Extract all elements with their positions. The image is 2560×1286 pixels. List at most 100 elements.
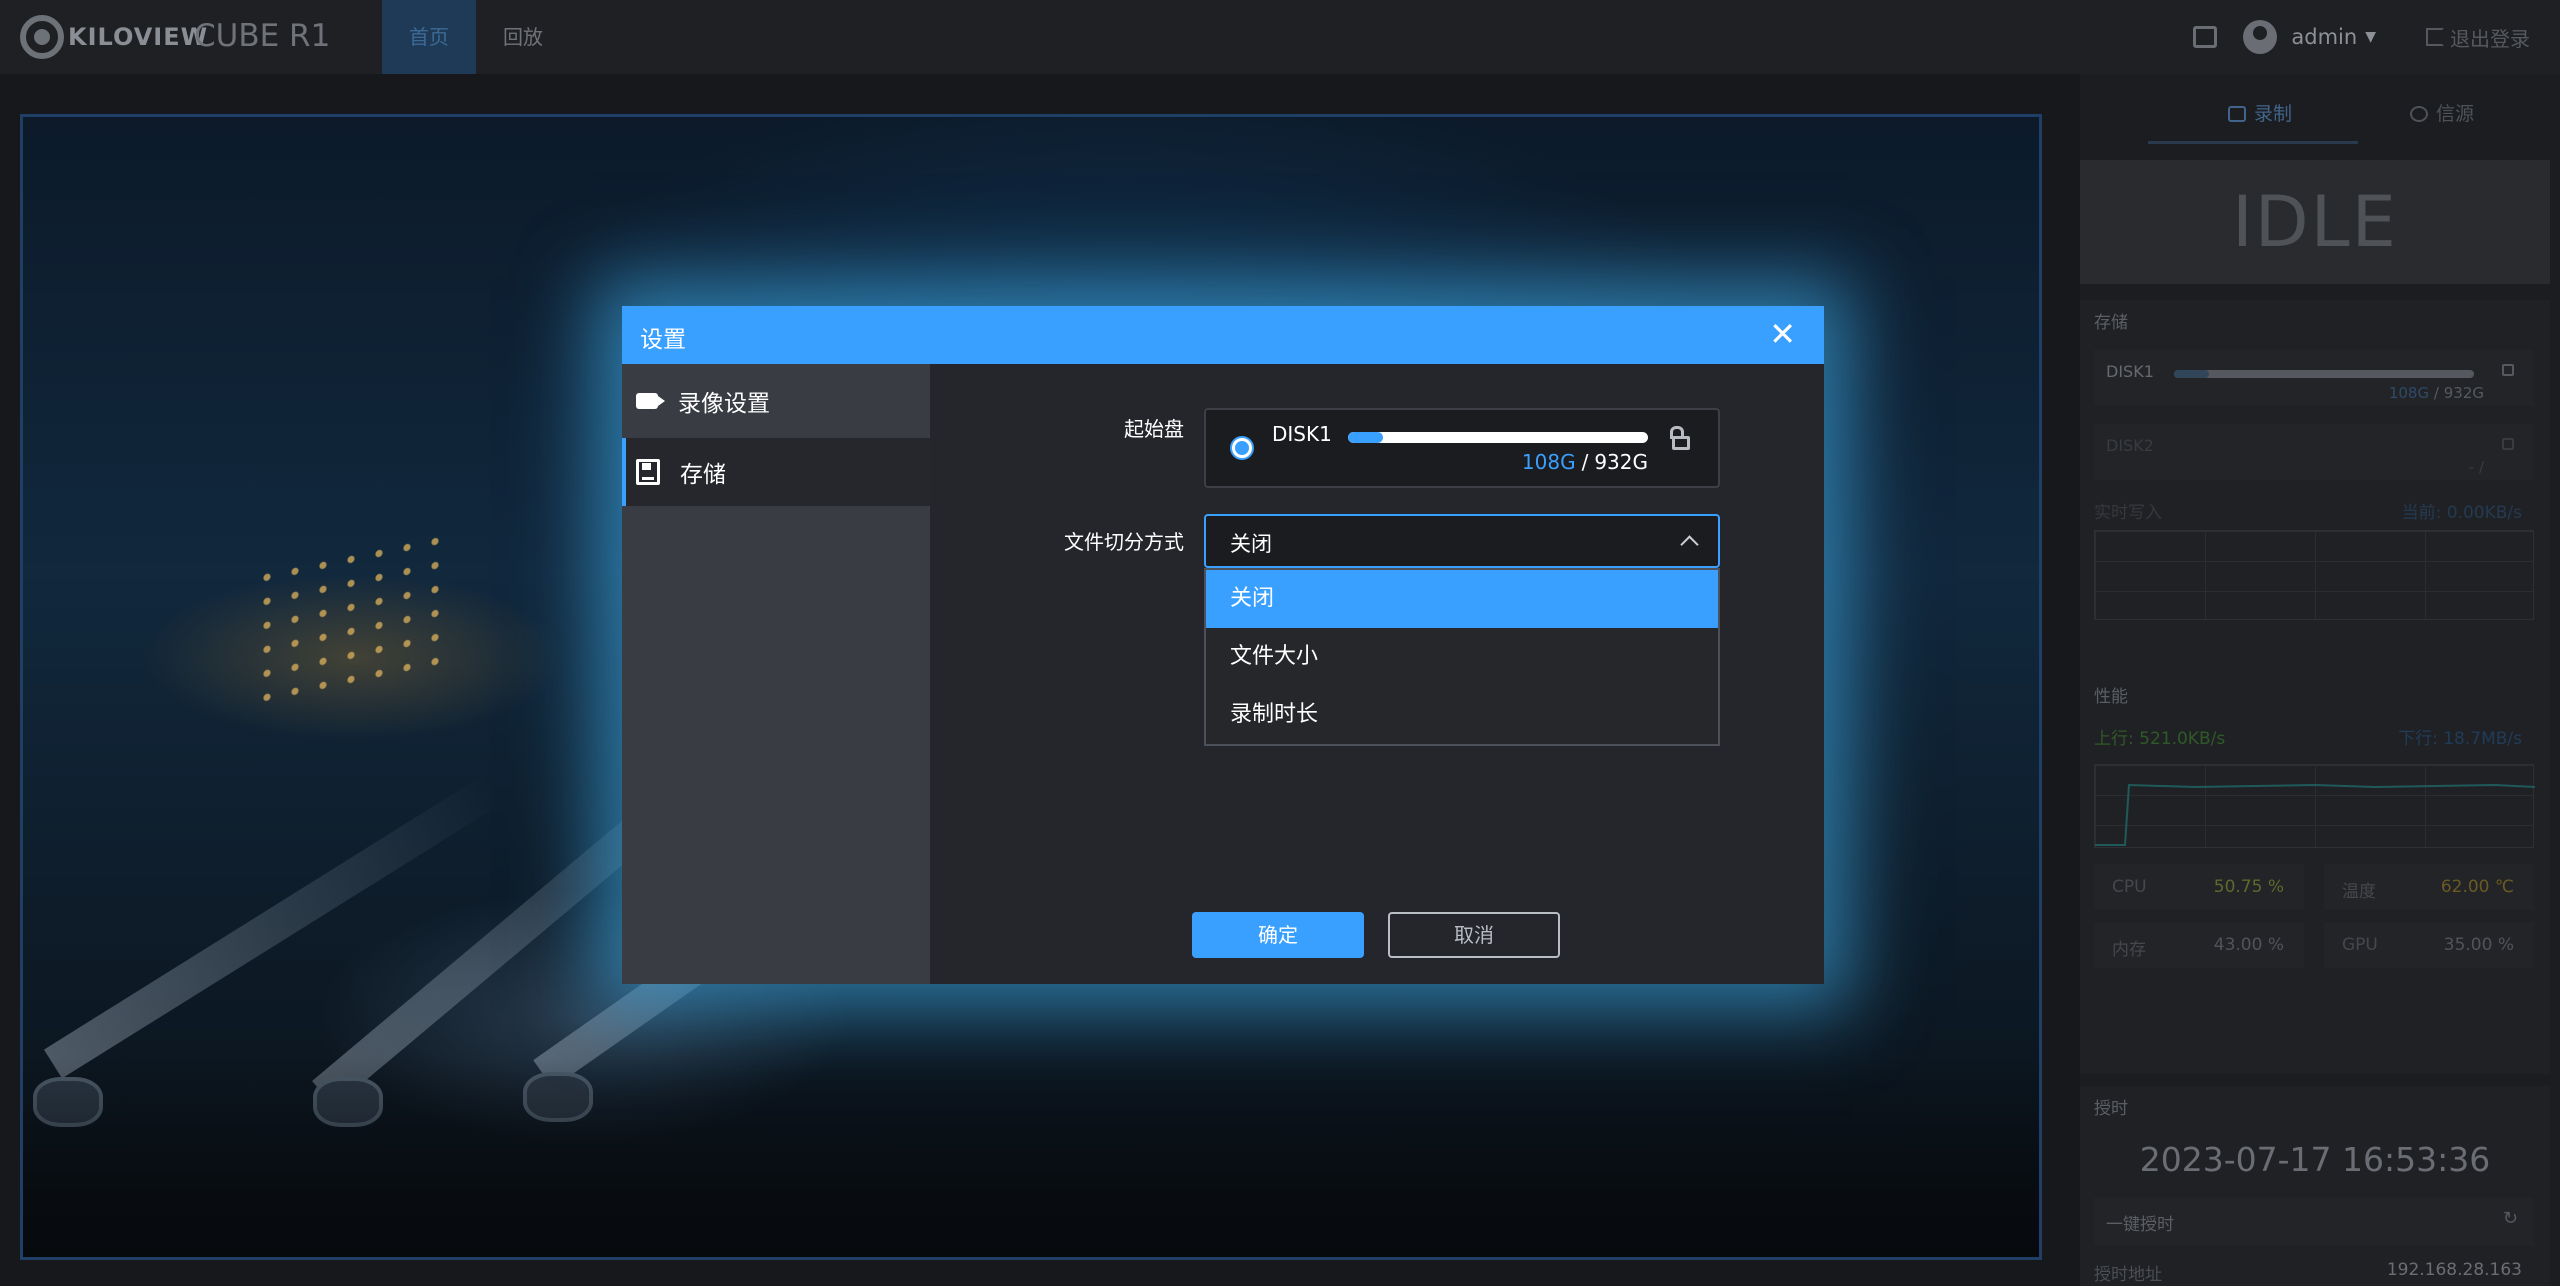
write-value: 当前: 0.00KB/s [2401,503,2522,523]
sidebar-item-label: 存储 [680,462,726,488]
stat-gpu: GPU 35.00 % [2324,922,2534,968]
tab-record-label: 录制 [2254,103,2293,125]
modal-header: 设置 ✕ [622,306,1824,364]
close-icon[interactable]: ✕ [1769,316,1796,352]
modal-title: 设置 [640,327,686,353]
disk-sep: / [2433,384,2439,402]
disk-size: 108G / 932G [2389,384,2484,402]
avatar[interactable] [2243,20,2278,54]
stat-key: GPU [2342,935,2378,955]
stat-value: 62.00 ℃ [2440,877,2514,897]
disk-total: 932G [2443,384,2484,402]
network-chart [2094,764,2536,848]
downlink-rate: 下行: 18.7MB/s [2398,729,2522,749]
timing-section: 授时 2023-07-17 16:53:36 一键授时 ↻ 授时地址 192.1… [2080,1086,2550,1286]
dropdown-option-duration[interactable]: 录制时长 [1206,686,1718,744]
logout-icon [2426,28,2444,46]
stage-floor [23,1057,2039,1257]
stat-temperature: 温度 62.00 ℃ [2324,864,2534,910]
split-mode-label: 文件切分方式 [1064,530,1184,554]
stage-light-panel [253,525,453,719]
split-mode-select[interactable]: 关闭 [1204,514,1720,568]
disk-row: DISK2 - / [2094,424,2534,480]
sync-time-label: 一键授时 [2106,1215,2174,1235]
timing-address-value: 192.168.28.163 [2386,1260,2522,1280]
product-name: CUBE R1 [194,18,331,54]
lock-icon[interactable] [2502,438,2514,450]
chevron-up-icon [1680,535,1699,554]
light-beam [43,774,503,1079]
confirm-button[interactable]: 确定 [1192,912,1364,958]
stat-memory: 内存 43.00 % [2094,922,2304,968]
uplink-rate: 上行: 521.0KB/s [2094,729,2226,749]
cancel-button[interactable]: 取消 [1388,912,1560,958]
current-datetime: 2023-07-17 16:53:36 [2139,1140,2491,1179]
floppy-disk-icon [636,459,660,485]
logo-text: KILOVIEW [68,23,209,51]
stat-key: CPU [2112,877,2147,897]
disk-name: DISK1 [1272,422,1332,446]
record-status: IDLE [2080,160,2550,284]
tab-source-label: 信源 [2436,103,2475,125]
logout-label: 退出登录 [2450,26,2530,51]
dropdown-option-off[interactable]: 关闭 [1206,570,1718,628]
timing-title: 授时 [2094,1099,2128,1119]
logout-button[interactable]: 退出登录 [2426,23,2530,52]
sync-time-row[interactable]: 一键授时 ↻ [2094,1198,2534,1246]
user-name[interactable]: admin [2291,25,2357,49]
sidebar-item-storage[interactable]: 存储 [622,438,930,506]
disk-radio[interactable] [1230,436,1254,460]
write-label: 实时写入 [2094,503,2162,523]
sync-icon[interactable]: ↻ [2503,1208,2518,1229]
performance-section: 性能 上行: 521.0KB/s 下行: 18.7MB/s CPU 50.75 %… [2080,674,2550,1074]
screen-icon[interactable] [2193,26,2218,48]
kiloview-logo[interactable]: KILOVIEW [20,14,208,60]
record-icon [2228,106,2246,122]
disk-sep: - / [2468,458,2484,476]
disk-usage-fill [2174,370,2209,378]
top-right: admin ▼ 退出登录 [2193,0,2560,74]
disk-name: DISK1 [2106,362,2154,381]
stat-value: 43.00 % [2213,935,2284,955]
disk-option[interactable]: DISK1 108G/932G [1204,408,1720,488]
stat-value: 50.75 % [2213,877,2284,897]
sidebar-item-label: 录像设置 [678,391,770,417]
camera-icon [636,393,665,409]
tab-record[interactable]: 录制 [2148,94,2358,144]
performance-title: 性能 [2094,687,2128,707]
stat-key: 温度 [2342,882,2376,902]
signal-icon [2410,106,2428,122]
stat-cpu: CPU 50.75 % [2094,864,2304,910]
sidebar-item-record-settings[interactable]: 录像设置 [622,364,930,438]
tab-source[interactable]: 信源 [2410,94,2474,144]
disk-usage-fill [1348,432,1383,443]
nav-playback[interactable]: 回放 [476,0,570,74]
top-bar: KILOVIEW CUBE R1 首页 回放 admin ▼ 退出登录 [0,0,2560,74]
chevron-down-icon[interactable]: ▼ [2365,29,2376,45]
kiloview-logo-icon [20,15,64,59]
disk-usage-bar [1348,432,1648,443]
disk-size: 108G/932G [1522,450,1648,474]
settings-sidebar: 录像设置 存储 [622,364,930,984]
disk-name: DISK2 [2106,436,2154,455]
disk-usage-bar [2174,370,2474,378]
unlock-icon[interactable] [1672,436,1690,450]
stat-key: 内存 [2112,940,2146,960]
split-mode-value: 关闭 [1230,532,1272,556]
disk-row: DISK1 108G / 932G [2094,350,2534,406]
dropdown-option-file-size[interactable]: 文件大小 [1206,628,1718,686]
stat-value: 35.00 % [2443,935,2514,955]
timing-address-label: 授时地址 [2094,1265,2162,1285]
lock-icon[interactable] [2502,364,2514,376]
nav-home[interactable]: 首页 [382,0,476,74]
disk-used: 108G [2388,384,2430,402]
write-chart [2094,530,2534,620]
disk-used: 108G [1521,450,1576,474]
disk-total: 932G [1594,450,1648,474]
split-mode-dropdown: 关闭 文件大小 录制时长 [1204,568,1720,746]
storage-title: 存储 [2094,313,2128,333]
panel-tabs: 录制 信源 [2080,94,2560,144]
start-disk-label: 起始盘 [1124,417,1184,441]
network-chart-line [2095,783,2536,846]
status-panel: 录制 信源 IDLE 存储 DISK1 108G / 932G DISK2 - … [2080,74,2560,1286]
